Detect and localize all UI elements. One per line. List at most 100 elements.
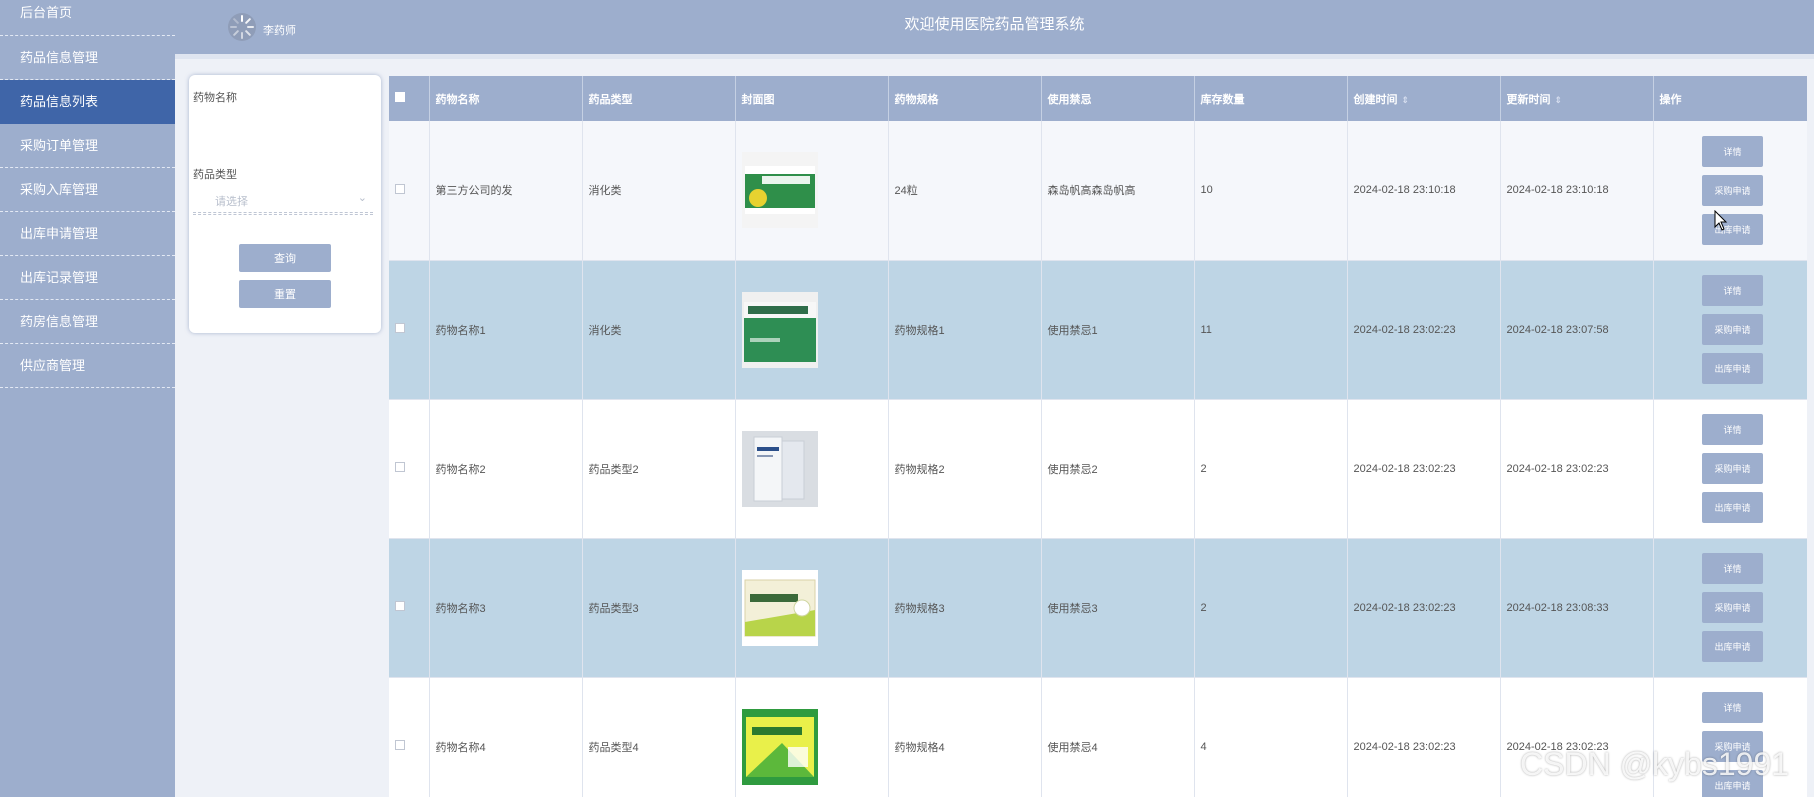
- drug-taboo-cell: 使用禁忌3: [1041, 538, 1195, 678]
- table-row[interactable]: 第三方公司的发 消化类 24粒 森岛帆高森岛帆高 10 2024-02-18 2…: [389, 121, 1807, 261]
- search-panel: 药物名称 药品类型 请选择 ⌄ 查询 重置: [189, 75, 381, 333]
- actions-cell: 详情 采购申请 出库申请: [1653, 121, 1807, 261]
- drug-cover-image[interactable]: [741, 708, 818, 785]
- sidebar: 后台首页 药品信息管理 药品信息列表 采购订单管理 采购入库管理 出库申请管理 …: [0, 0, 175, 797]
- column-header-label: 创建时间: [1353, 93, 1398, 106]
- header-divider: [175, 54, 1814, 59]
- drug-spec-cell: 药物规格1: [888, 260, 1042, 400]
- drug-spec-cell: 药物规格3: [888, 538, 1042, 678]
- outbound-request-button[interactable]: 出库申请: [1702, 353, 1763, 384]
- drug-type-cell: 消化类: [582, 121, 736, 261]
- column-header-created[interactable]: 创建时间 ⇕: [1347, 76, 1501, 121]
- sidebar-item-outbound-records[interactable]: 出库记录管理: [0, 256, 175, 300]
- query-button[interactable]: 查询: [239, 244, 331, 272]
- sidebar-item-drug-list[interactable]: 药品信息列表: [0, 80, 175, 124]
- drug-type-cell: 消化类: [582, 260, 736, 400]
- table-row[interactable]: 药物名称2 药品类型2 药物规格2 使用禁忌2 2 2024-02-18 23:…: [389, 399, 1807, 539]
- created-time-cell: 2024-02-18 23:10:18: [1347, 121, 1501, 261]
- row-checkbox[interactable]: [395, 462, 405, 472]
- updated-time-cell: 2024-02-18 23:08:33: [1500, 538, 1654, 678]
- column-header: 库存数量: [1194, 76, 1348, 121]
- cover-image-cell: [735, 677, 889, 797]
- column-header: 操作: [1653, 76, 1807, 121]
- table-row[interactable]: 药物名称1 消化类 药物规格1 使用禁忌1 11 2024-02-18 23:0…: [389, 260, 1807, 400]
- column-header-label: 更新时间: [1506, 93, 1551, 106]
- top-header: 李药师 欢迎使用医院药品管理系统: [175, 0, 1814, 54]
- row-select-cell[interactable]: [389, 260, 430, 400]
- drug-stock-cell: 11: [1194, 260, 1348, 400]
- sidebar-item-outbound-requests[interactable]: 出库申请管理: [0, 212, 175, 256]
- drug-name-cell: 药物名称1: [429, 260, 583, 400]
- drug-type-placeholder: 请选择: [215, 196, 248, 208]
- cover-image-cell: [735, 260, 889, 400]
- reset-button[interactable]: 重置: [239, 280, 331, 308]
- drug-cover-image[interactable]: [741, 291, 818, 368]
- drug-taboo-cell: 森岛帆高森岛帆高: [1041, 121, 1195, 261]
- column-header-updated[interactable]: 更新时间 ⇕: [1500, 76, 1654, 121]
- created-time-cell: 2024-02-18 23:02:23: [1347, 538, 1501, 678]
- row-select-cell[interactable]: [389, 677, 430, 797]
- sidebar-item-suppliers[interactable]: 供应商管理: [0, 344, 175, 388]
- column-header: 药物名称: [429, 76, 583, 121]
- column-header: 药物规格: [888, 76, 1042, 121]
- created-time-cell: 2024-02-18 23:02:23: [1347, 260, 1501, 400]
- row-checkbox[interactable]: [395, 323, 405, 333]
- mouse-cursor-icon: [1714, 210, 1728, 231]
- drug-cover-image[interactable]: [741, 569, 818, 646]
- actions-cell: 详情 采购申请 出库申请: [1653, 399, 1807, 539]
- drug-stock-cell: 4: [1194, 677, 1348, 797]
- sort-icon[interactable]: ⇕: [1555, 95, 1563, 105]
- detail-button[interactable]: 详情: [1702, 692, 1763, 723]
- outbound-request-button[interactable]: 出库申请: [1702, 631, 1763, 662]
- drug-cover-image[interactable]: [741, 430, 818, 507]
- purchase-request-button[interactable]: 采购申请: [1702, 174, 1763, 206]
- sidebar-item-purchase-inbound[interactable]: 采购入库管理: [0, 168, 175, 212]
- sidebar-item-drug-info[interactable]: 药品信息管理: [0, 36, 175, 80]
- row-checkbox[interactable]: [395, 601, 405, 611]
- row-select-cell[interactable]: [389, 399, 430, 539]
- drug-name-cell: 第三方公司的发: [429, 121, 583, 261]
- sort-icon[interactable]: ⇕: [1402, 95, 1410, 105]
- detail-button[interactable]: 详情: [1702, 553, 1763, 584]
- drug-stock-cell: 10: [1194, 121, 1348, 261]
- row-checkbox[interactable]: [395, 740, 405, 750]
- drug-spec-cell: 药物规格2: [888, 399, 1042, 539]
- select-all-cell[interactable]: [389, 76, 430, 121]
- drug-stock-cell: 2: [1194, 399, 1348, 539]
- created-time-cell: 2024-02-18 23:02:23: [1347, 399, 1501, 539]
- drug-cover-image[interactable]: [741, 152, 818, 229]
- updated-time-cell: 2024-02-18 23:10:18: [1500, 121, 1654, 261]
- drug-taboo-cell: 使用禁忌4: [1041, 677, 1195, 797]
- select-all-checkbox[interactable]: [395, 92, 405, 102]
- row-select-cell[interactable]: [389, 121, 430, 261]
- row-select-cell[interactable]: [389, 538, 430, 678]
- drug-spec-cell: 药物规格4: [888, 677, 1042, 797]
- drug-type-cell: 药品类型4: [582, 677, 736, 797]
- detail-button[interactable]: 详情: [1702, 414, 1763, 445]
- cover-image-cell: [735, 121, 889, 261]
- row-checkbox[interactable]: [395, 183, 405, 194]
- drug-type-label: 药品类型: [193, 169, 237, 181]
- drug-type-select[interactable]: 请选择 ⌄: [193, 187, 373, 213]
- column-header: 封面图: [735, 76, 889, 121]
- created-time-cell: 2024-02-18 23:02:23: [1347, 677, 1501, 797]
- drug-name-label: 药物名称: [193, 92, 237, 104]
- outbound-request-button[interactable]: 出库申请: [1702, 213, 1763, 245]
- outbound-request-button[interactable]: 出库申请: [1702, 492, 1763, 523]
- detail-button[interactable]: 详情: [1702, 135, 1763, 167]
- table-row[interactable]: 药物名称3 药品类型3 药物规格3 使用禁忌3 2 2024-02-18 23:…: [389, 538, 1807, 678]
- column-header: 药品类型: [582, 76, 736, 121]
- purchase-request-button[interactable]: 采购申请: [1702, 453, 1763, 484]
- drug-name-cell: 药物名称2: [429, 399, 583, 539]
- cover-image-cell: [735, 399, 889, 539]
- sidebar-item-pharmacy-info[interactable]: 药房信息管理: [0, 300, 175, 344]
- purchase-request-button[interactable]: 采购申请: [1702, 314, 1763, 345]
- drug-spec-cell: 24粒: [888, 121, 1042, 261]
- actions-cell: 详情 采购申请 出库申请: [1653, 260, 1807, 400]
- watermark: CSDN @kybs1991: [1520, 746, 1790, 782]
- sidebar-item-purchase-orders[interactable]: 采购订单管理: [0, 124, 175, 168]
- purchase-request-button[interactable]: 采购申请: [1702, 592, 1763, 623]
- sidebar-item-home[interactable]: 后台首页: [0, 0, 175, 36]
- drug-stock-cell: 2: [1194, 538, 1348, 678]
- detail-button[interactable]: 详情: [1702, 275, 1763, 306]
